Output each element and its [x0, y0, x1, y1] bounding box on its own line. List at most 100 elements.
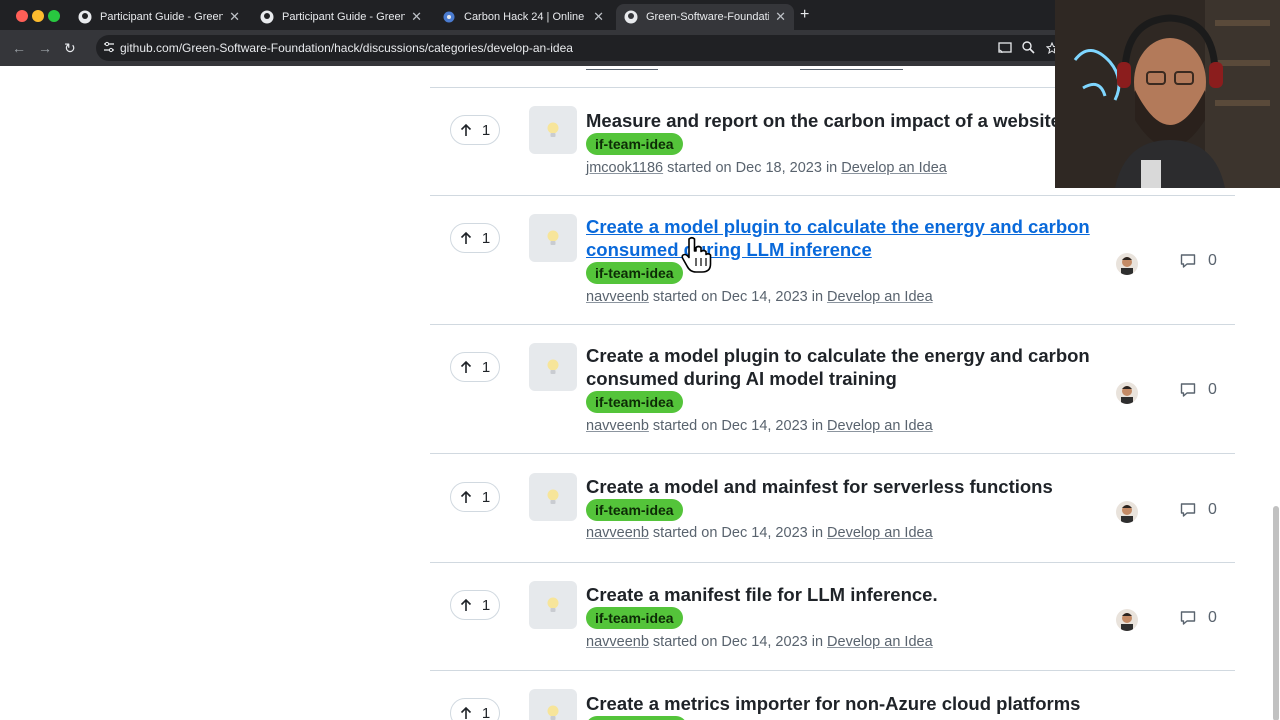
label-badge[interactable]: if-team-idea — [586, 133, 683, 155]
category-link[interactable]: Develop an Idea — [827, 418, 933, 434]
lightbulb-icon — [547, 359, 559, 374]
scrollbar-thumb[interactable] — [1273, 506, 1279, 720]
browser-tab-active[interactable]: Green-Software-Foundation/ ✕ — [616, 4, 794, 30]
category-emoji-tile — [529, 581, 577, 629]
label-badge[interactable]: if-team-idea — [586, 499, 683, 521]
arrow-up-icon — [460, 598, 471, 611]
vote-count: 1 — [481, 121, 491, 139]
arrow-up-icon — [460, 706, 471, 719]
upvote-button[interactable]: 1 — [450, 698, 500, 720]
comment-count[interactable]: 0 — [1180, 609, 1217, 627]
lightbulb-icon — [547, 230, 559, 245]
forward-icon[interactable]: → — [38, 39, 52, 57]
browser-tab[interactable]: Participant Guide - Green-Sof ✕ — [70, 4, 248, 30]
participant-avatar[interactable] — [1116, 501, 1138, 523]
event-icon — [442, 10, 456, 24]
vote-count: 1 — [481, 704, 491, 720]
comment-count[interactable]: 0 — [1180, 252, 1217, 270]
started-text: started on Dec 14, 2023 in — [652, 418, 824, 434]
category-link[interactable]: Develop an Idea — [827, 525, 933, 541]
zoom-icon[interactable] — [1022, 41, 1035, 59]
label-badge[interactable]: if-team-idea — [586, 607, 683, 629]
started-text: started on Dec 14, 2023 in — [652, 634, 824, 650]
category-emoji-tile — [529, 343, 577, 391]
upvote-button[interactable]: 1 — [450, 482, 500, 512]
title-line: Create a model plugin to calculate the e… — [586, 345, 1090, 366]
webcam-overlay — [1055, 0, 1280, 188]
lightbulb-icon — [547, 122, 559, 137]
new-tab-button[interactable]: + — [800, 6, 809, 24]
arrow-up-icon — [460, 231, 471, 244]
upvote-button[interactable]: 1 — [450, 223, 500, 253]
discussion-title[interactable]: Measure and report on the carbon impact … — [586, 109, 1061, 132]
comment-icon — [1180, 503, 1196, 517]
participant-avatar[interactable] — [1116, 253, 1138, 275]
label-badge[interactable]: if-team-idea — [586, 262, 683, 284]
category-emoji-tile — [529, 214, 577, 262]
participant-avatar[interactable] — [1116, 609, 1138, 631]
participant-avatar[interactable] — [1116, 382, 1138, 404]
previous-row-fragment — [586, 66, 658, 70]
discussion-meta: navveenb started on Dec 14, 2023 in Deve… — [586, 525, 933, 541]
discussion-row: 1 Create a model plugin to calculate the… — [430, 325, 1235, 453]
discussion-title[interactable]: Create a model plugin to calculate the e… — [586, 215, 1090, 261]
cast-icon[interactable] — [998, 41, 1012, 59]
vote-count: 1 — [481, 596, 491, 614]
close-window-button[interactable] — [16, 10, 28, 22]
label-badge[interactable] — [586, 716, 687, 720]
title-line: consumed during AI model training — [586, 368, 897, 389]
url-text: github.com/Green-Software-Foundation/hac… — [120, 41, 573, 55]
author-link[interactable]: navveenb — [586, 289, 649, 305]
comment-count[interactable]: 0 — [1180, 501, 1217, 519]
browser-tab[interactable]: Participant Guide - Green-Sof ✕ — [252, 4, 430, 30]
author-link[interactable]: navveenb — [586, 418, 649, 434]
discussion-title[interactable]: Create a model and mainfest for serverle… — [586, 475, 1053, 498]
vote-count: 1 — [481, 488, 491, 506]
discussion-title[interactable]: Create a manifest file for LLM inference… — [586, 583, 938, 606]
reload-icon[interactable]: ↻ — [64, 39, 76, 57]
back-icon[interactable]: ← — [12, 39, 26, 57]
upvote-button[interactable]: 1 — [450, 352, 500, 382]
github-icon — [78, 10, 92, 24]
label-badge[interactable]: if-team-idea — [586, 391, 683, 413]
minimize-window-button[interactable] — [32, 10, 44, 22]
site-settings-icon[interactable] — [102, 40, 116, 57]
discussion-title[interactable]: Create a model plugin to calculate the e… — [586, 344, 1090, 390]
title-line: Create a model plugin to calculate the e… — [586, 216, 1090, 237]
upvote-button[interactable]: 1 — [450, 590, 500, 620]
author-link[interactable]: navveenb — [586, 525, 649, 541]
github-icon — [260, 10, 274, 24]
category-link[interactable]: Develop an Idea — [827, 634, 933, 650]
category-emoji-tile — [529, 473, 577, 521]
comment-icon — [1180, 254, 1196, 268]
github-icon — [624, 10, 638, 24]
arrow-up-icon — [460, 123, 471, 136]
address-bar[interactable]: github.com/Green-Software-Foundation/hac… — [96, 35, 1076, 61]
category-link[interactable]: Develop an Idea — [841, 160, 947, 176]
close-tab-icon[interactable]: ✕ — [775, 9, 786, 25]
author-link[interactable]: jmcook1186 — [586, 160, 663, 176]
upvote-button[interactable]: 1 — [450, 115, 500, 145]
comment-icon — [1180, 383, 1196, 397]
discussion-meta: navveenb started on Dec 14, 2023 in Deve… — [586, 634, 933, 650]
discussion-title[interactable]: Create a metrics importer for non-Azure … — [586, 692, 1080, 715]
author-link[interactable]: navveenb — [586, 634, 649, 650]
close-tab-icon[interactable]: ✕ — [229, 9, 240, 25]
category-emoji-tile — [529, 106, 577, 154]
discussion-meta: navveenb started on Dec 14, 2023 in Deve… — [586, 418, 933, 434]
vote-count: 1 — [481, 358, 491, 376]
title-line: consumed during LLM inference — [586, 239, 872, 260]
comment-icon — [1180, 611, 1196, 625]
discussion-meta: jmcook1186 started on Dec 18, 2023 in De… — [586, 160, 947, 176]
started-text: started on Dec 14, 2023 in — [652, 525, 824, 541]
arrow-up-icon — [460, 360, 471, 373]
comment-count[interactable]: 0 — [1180, 381, 1217, 399]
category-link[interactable]: Develop an Idea — [827, 289, 933, 305]
browser-tab[interactable]: Carbon Hack 24 | Online | 26 ✕ — [434, 4, 612, 30]
vote-count: 1 — [481, 229, 491, 247]
started-text: started on Dec 14, 2023 in — [652, 289, 824, 305]
discussion-meta: navveenb started on Dec 14, 2023 in Deve… — [586, 289, 933, 305]
close-tab-icon[interactable]: ✕ — [593, 9, 604, 25]
close-tab-icon[interactable]: ✕ — [411, 9, 422, 25]
maximize-window-button[interactable] — [48, 10, 60, 22]
